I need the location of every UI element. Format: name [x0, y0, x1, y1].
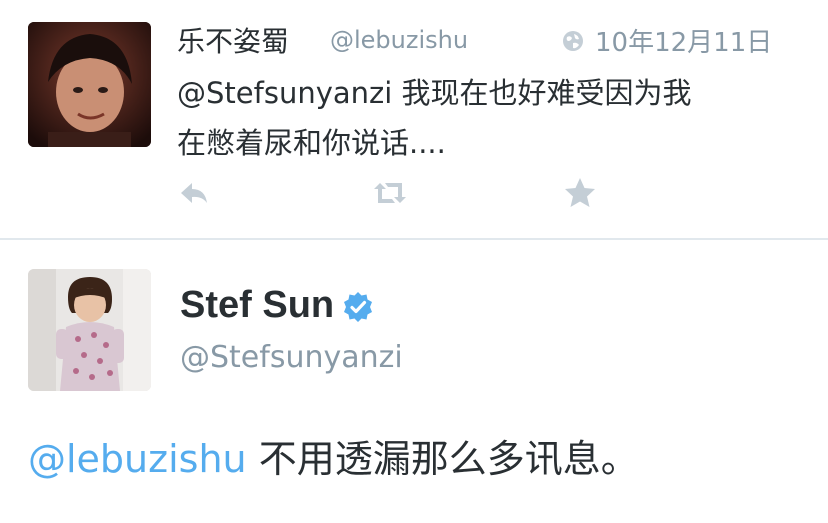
tweet-actions	[0, 175, 828, 215]
display-name[interactable]: 乐不姿蜀	[177, 20, 289, 60]
user-handle[interactable]: @Stefsunyanzi	[180, 340, 403, 375]
verified-badge-icon	[342, 290, 374, 322]
avatar-photo	[28, 22, 151, 147]
tweet-text-body: 不用透漏那么多讯息。	[246, 437, 639, 481]
globe-icon	[561, 29, 585, 53]
display-name[interactable]: Stef Sun	[180, 284, 374, 327]
user-avatar-stefsunyanzi[interactable]	[28, 269, 151, 391]
user-avatar-lebuzishu[interactable]	[28, 22, 151, 147]
mention-link[interactable]: @Stefsunyanzi	[177, 76, 392, 110]
display-name-text: Stef Sun	[180, 284, 335, 326]
tweet-text-line1: 我现在也好难受因为我	[392, 76, 692, 110]
retweet-icon[interactable]	[370, 175, 410, 211]
reply-icon[interactable]	[176, 175, 212, 211]
user-handle[interactable]: @lebuzishu	[330, 26, 468, 54]
tweet-text: @Stefsunyanzi 我现在也好难受因为我 在憋着尿和你说话....	[177, 68, 807, 168]
avatar-photo	[28, 269, 151, 391]
mention-link[interactable]: @lebuzishu	[28, 437, 247, 481]
tweet-text-line2: 在憋着尿和你说话....	[177, 126, 446, 160]
tweet-timestamp[interactable]: 10年12月11日	[561, 22, 772, 59]
reply-tweet: 乐不姿蜀 @lebuzishu 10年12月11日 @Stefsunyanzi …	[0, 0, 828, 238]
main-tweet: Stef Sun @Stefsunyanzi @lebuzishu 不用透漏那么…	[0, 240, 828, 523]
timestamp-text: 10年12月11日	[595, 28, 773, 58]
favorite-icon[interactable]	[562, 175, 598, 211]
tweet-text: @lebuzishu 不用透漏那么多讯息。	[28, 428, 639, 483]
